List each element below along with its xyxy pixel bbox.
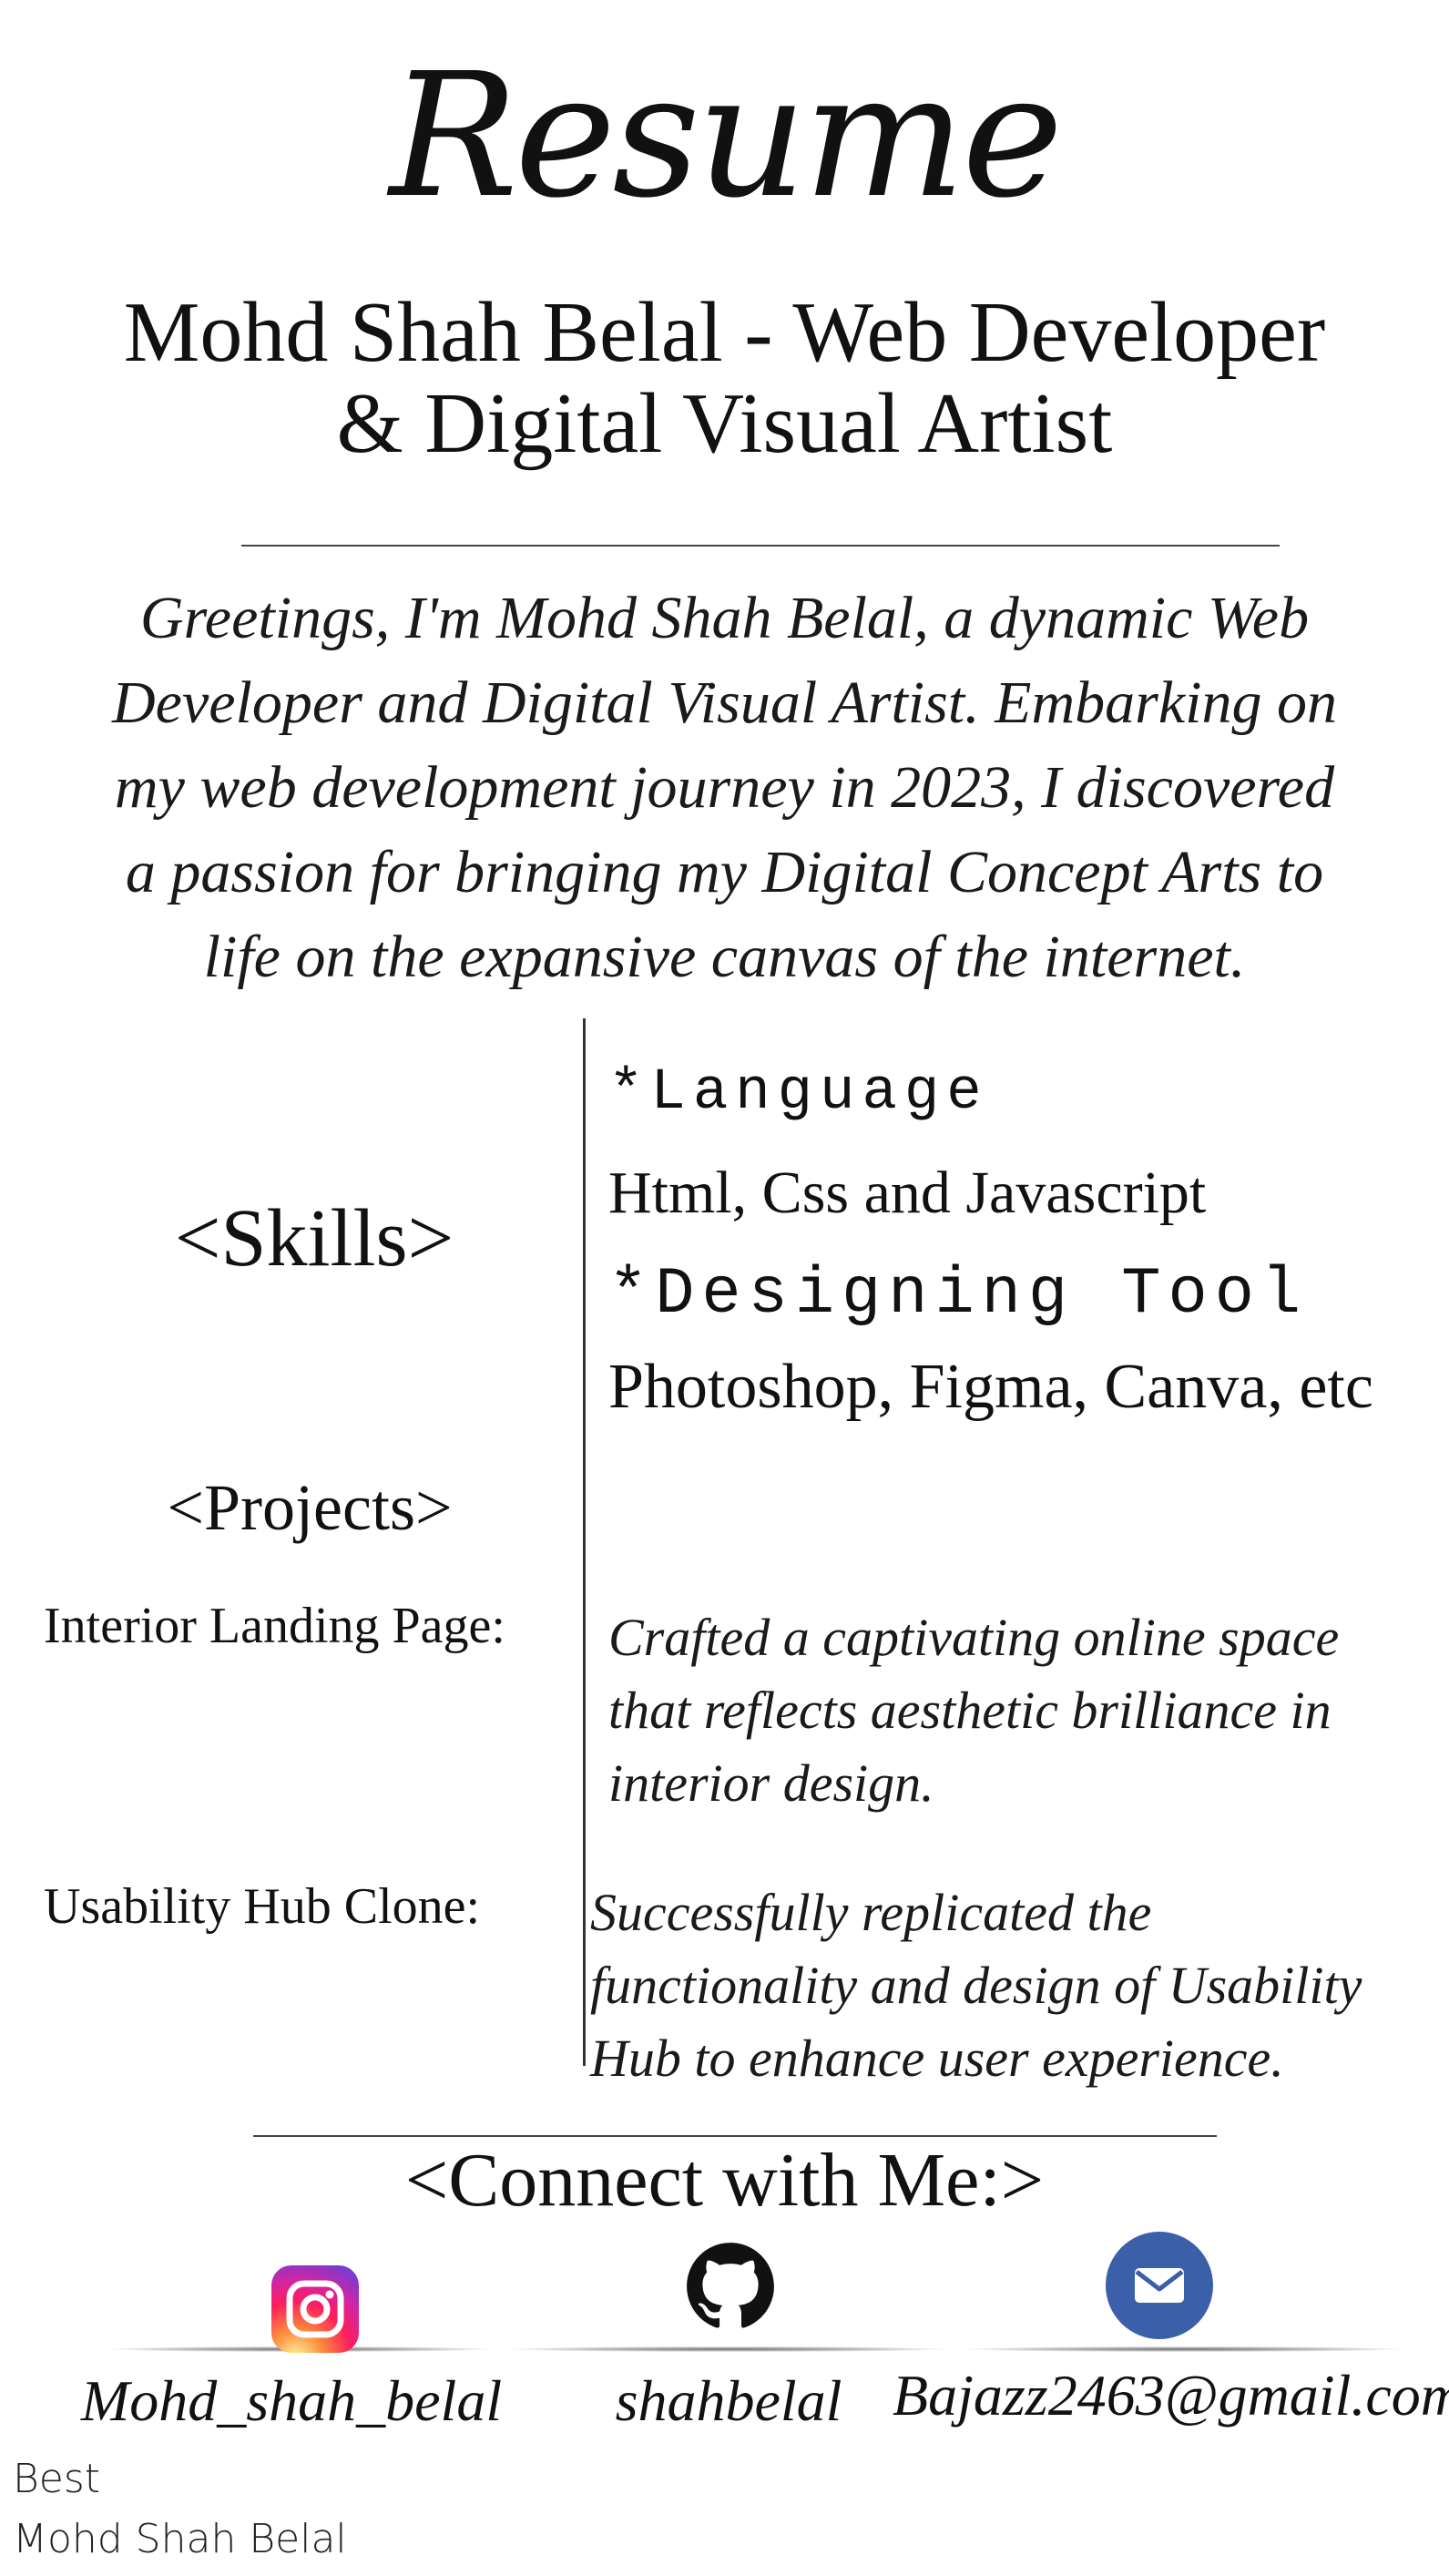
signature-closing: Best [13, 2456, 101, 2502]
connect-heading: <Connect with Me:> [404, 2138, 1045, 2223]
project-desc-line: Successfully replicated the [590, 1883, 1152, 1942]
about-paragraph: Greetings, I'm Mohd Shah Belal, a dynami… [27, 576, 1422, 999]
resume-title: Resume [389, 36, 1064, 236]
language-label: *Language [608, 1060, 989, 1126]
project-description: Successfully replicated the functionalit… [590, 1876, 1446, 2095]
github-icon[interactable] [685, 2237, 776, 2336]
mail-icon[interactable] [1106, 2232, 1213, 2339]
language-value: Html, Css and Javascript [608, 1160, 1207, 1226]
project-desc-line: interior design. [608, 1753, 934, 1813]
instagram-handle-link[interactable]: Mohd_shah_belal [36, 2365, 546, 2438]
project-desc-line: functionality and design of Usability [590, 1956, 1362, 2015]
role-line: Mohd Shah Belal - Web Developer [123, 285, 1326, 380]
project-name: Interior Landing Page: [44, 1598, 505, 1654]
project-desc-line: Hub to enhance user experience. [590, 2029, 1284, 2088]
designing-tool-label: *Designing Tool [608, 1257, 1309, 1332]
email-link[interactable]: Bajazz2463@gmail.com [893, 2359, 1449, 2432]
project-desc-line: that reflects aesthetic brilliance in [608, 1681, 1332, 1740]
signature-name: Mohd Shah Belal [13, 2516, 347, 2562]
shadow-divider [965, 2346, 1403, 2352]
instagram-icon[interactable] [271, 2265, 359, 2353]
github-handle-link[interactable]: shahbelal [546, 2365, 911, 2438]
profile-role: Mohd Shah Belal - Web Developer & Digita… [27, 287, 1422, 469]
project-desc-line: Crafted a captivating online space [608, 1608, 1340, 1667]
shadow-divider [510, 2346, 947, 2352]
about-line: Developer and Digital Visual Artist. Emb… [112, 670, 1337, 736]
about-line: Greetings, I'm Mohd Shah Belal, a dynami… [139, 585, 1310, 651]
project-description: Crafted a captivating online space that … [608, 1601, 1428, 1820]
about-line: life on the expansive canvas of the inte… [203, 924, 1246, 990]
projects-heading: <Projects> [167, 1471, 453, 1544]
designing-tool-value: Photoshop, Figma, Canva, etc [608, 1352, 1373, 1422]
project-name: Usability Hub Clone: [44, 1878, 481, 1935]
about-line: a passion for bringing my Digital Concep… [125, 839, 1324, 905]
skills-heading: <Skills> [174, 1193, 454, 1283]
role-line: & Digital Visual Artist [336, 376, 1113, 471]
section-divider [241, 545, 1280, 547]
about-line: my web development journey in 2023, I di… [114, 754, 1335, 821]
